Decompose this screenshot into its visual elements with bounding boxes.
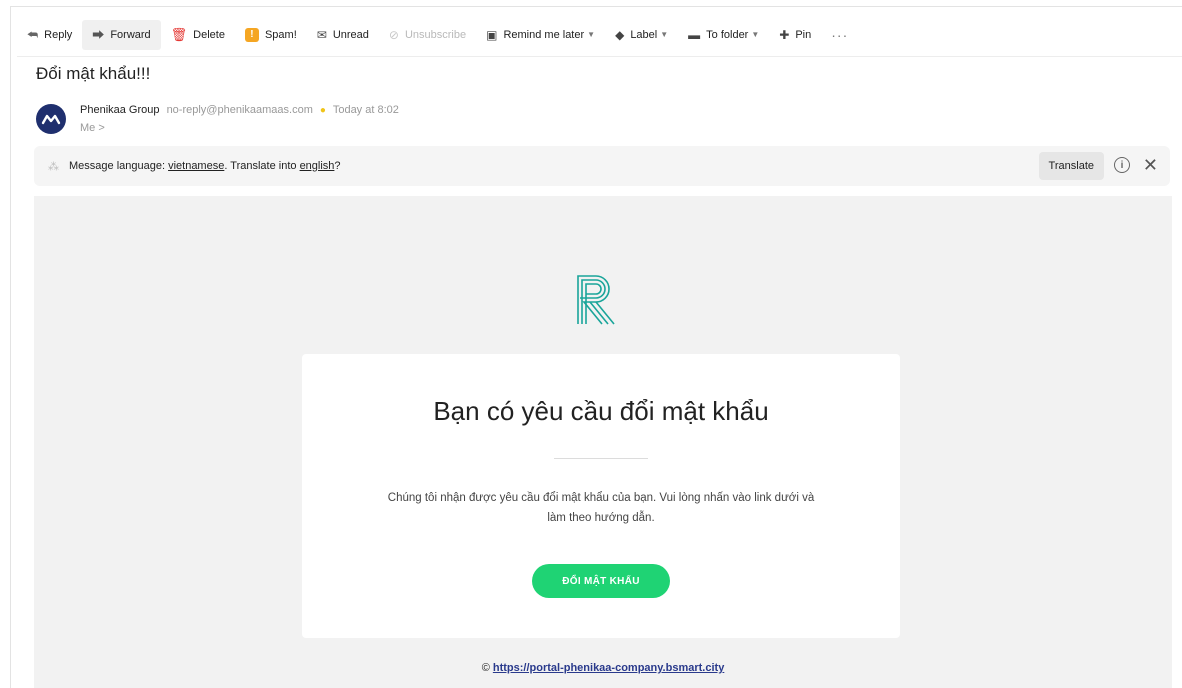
reply-label: Reply [44, 28, 73, 41]
toolbar: ⮪ Reply ⮕ Forward 🗑 Delete ! Spam! ✉ Unr… [17, 13, 1182, 57]
translate-text: Message language: vietnamese. Translate … [69, 160, 341, 172]
folder-label: To folder [706, 28, 749, 41]
unsubscribe-icon: ⊘ [388, 27, 399, 42]
tag-icon: ◆ [615, 27, 625, 42]
recipient[interactable]: Me > [80, 122, 105, 134]
sender-logo-icon [41, 114, 61, 125]
footer-link[interactable]: https://portal-phenikaa-company.bsmart.c… [493, 662, 724, 674]
chevron-down-icon: ▼ [587, 30, 596, 39]
envelope-icon: ✉ [316, 27, 327, 42]
reply-button[interactable]: ⮪ Reply [17, 20, 82, 50]
reply-icon: ⮪ [27, 27, 39, 42]
translate-icon: ⁂ [48, 160, 59, 173]
avatar[interactable] [36, 104, 66, 134]
label-label: Label [630, 28, 658, 41]
r-logo-icon [577, 275, 615, 325]
email-body: Bạn có yêu cầu đổi mật khẩu Chúng tôi nh… [34, 196, 1172, 688]
unread-button[interactable]: ✉ Unread [307, 20, 379, 50]
forward-icon: ⮕ [92, 27, 105, 42]
unread-label: Unread [332, 28, 369, 41]
source-language-link[interactable]: vietnamese [168, 160, 224, 172]
delete-button[interactable]: 🗑 Delete [161, 20, 235, 50]
trash-icon: 🗑 [170, 27, 188, 42]
pin-button[interactable]: ✚ Pin [769, 20, 821, 50]
remind-label: Remind me later [503, 28, 585, 41]
translate-button[interactable]: Translate [1038, 152, 1104, 180]
email-title: Bạn có yêu cầu đổi mật khẩu [433, 396, 769, 426]
spam-button[interactable]: ! Spam! [235, 20, 307, 50]
calendar-icon: ▣ [486, 27, 498, 42]
brand-logo [574, 274, 616, 331]
pin-icon: ✚ [779, 27, 790, 42]
email-card: Bạn có yêu cầu đổi mật khẩu Chúng tôi nh… [302, 354, 900, 638]
chevron-down-icon: ▼ [751, 30, 760, 39]
remind-later-button[interactable]: ▣ Remind me later ▼ [476, 20, 605, 50]
message-subject: Đổi mật khẩu!!! [36, 64, 151, 83]
forward-label: Forward [110, 28, 151, 41]
message-time: Today at 8:02 [332, 104, 399, 116]
spam-label: Spam! [264, 28, 297, 41]
email-message-line: làm theo hướng dẫn. [547, 512, 655, 524]
sender-name[interactable]: Phenikaa Group [80, 104, 160, 116]
sender-line: Phenikaa Group no-reply@phenikaamaas.com… [80, 104, 399, 116]
translate-prefix: Message language: [69, 160, 169, 172]
divider [554, 458, 648, 459]
copyright-symbol: © [481, 662, 490, 674]
change-password-button[interactable]: ĐỔI MẬT KHẨU [532, 564, 670, 598]
sender-email[interactable]: no-reply@phenikaamaas.com [167, 104, 313, 116]
email-message-line: Chúng tôi nhận được yêu cầu đổi mật khẩu… [387, 492, 815, 504]
pin-label: Pin [795, 28, 812, 41]
unsubscribe-label: Unsubscribe [404, 28, 467, 41]
more-icon: ··· [831, 26, 849, 43]
email-message: Chúng tôi nhận được yêu cầu đổi mật khẩu… [342, 488, 860, 528]
unsubscribe-button[interactable]: ⊘ Unsubscribe [379, 20, 476, 50]
translate-bar: ⁂ Message language: vietnamese. Translat… [34, 146, 1170, 186]
delete-label: Delete [193, 28, 225, 41]
chevron-down-icon: ▼ [660, 30, 669, 39]
info-icon[interactable]: i [1114, 157, 1130, 173]
forward-button[interactable]: ⮕ Forward [82, 19, 161, 50]
translate-suffix: ? [334, 160, 341, 172]
verified-icon: ● [319, 105, 326, 116]
translate-middle: . Translate into [224, 160, 300, 172]
spam-icon: ! [244, 27, 259, 42]
folder-icon: ▬ [688, 27, 701, 42]
label-button[interactable]: ◆ Label ▼ [605, 20, 678, 50]
more-button[interactable]: ··· [821, 20, 858, 50]
close-icon[interactable]: ✕ [1143, 154, 1158, 176]
target-language-link[interactable]: english [300, 160, 335, 172]
to-folder-button[interactable]: ▬ To folder ▼ [678, 20, 769, 50]
email-footer: © https://portal-phenikaa-company.bsmart… [34, 662, 1172, 674]
